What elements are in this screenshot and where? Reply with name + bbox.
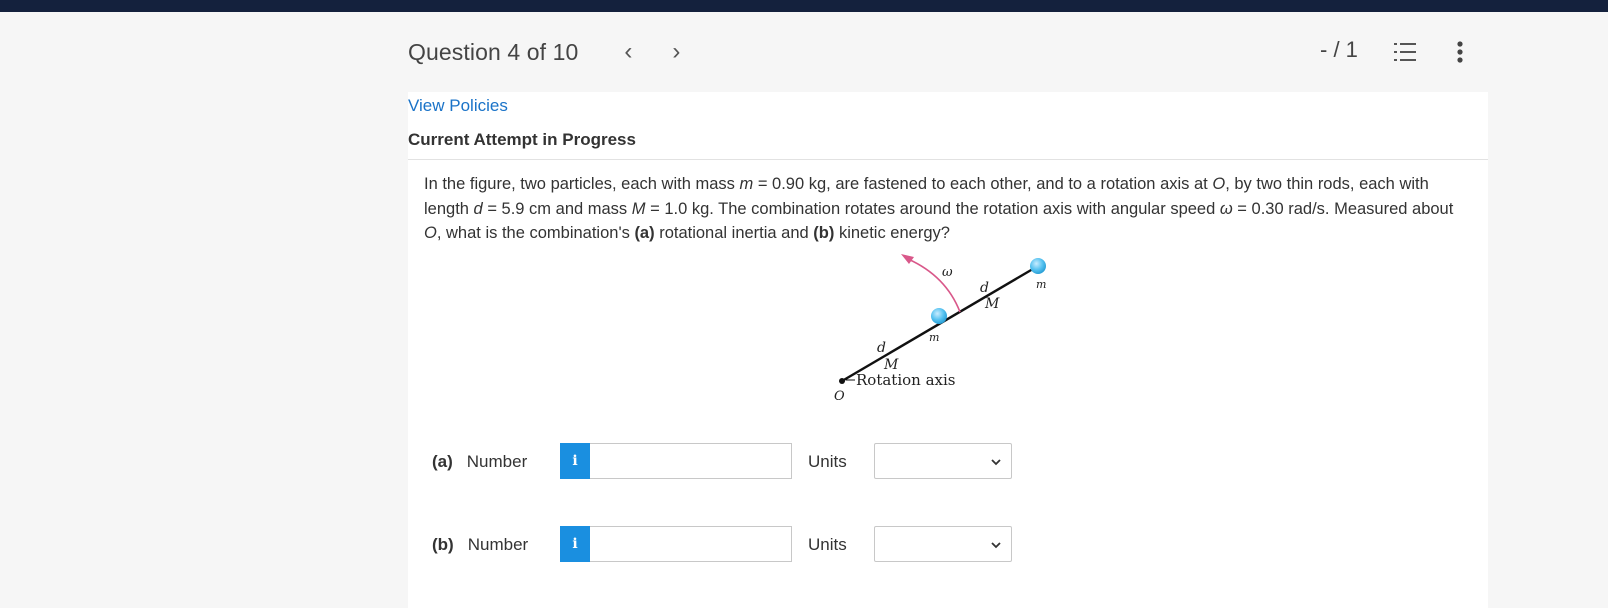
part-label-b: (b) Number	[432, 535, 529, 554]
m-label-upper: m	[1036, 278, 1046, 291]
omega-arrowhead	[901, 254, 914, 264]
omega-label: ω	[942, 265, 953, 280]
previous-question-button[interactable]: ‹	[624, 40, 632, 64]
question-panel: View Policies Current Attempt in Progres…	[408, 92, 1488, 608]
chevron-down-icon	[991, 542, 1001, 549]
number-input-b[interactable]	[590, 526, 792, 562]
units-label-a: Units	[808, 452, 847, 471]
attempt-status: Current Attempt in Progress	[408, 130, 636, 149]
view-policies-link[interactable]: View Policies	[408, 96, 508, 116]
rotation-figure: ω d M m m d M Rotation axis O	[834, 254, 1046, 404]
units-label-b: Units	[808, 535, 847, 554]
score-display: - / 1	[1320, 37, 1358, 62]
chevron-down-icon	[991, 459, 1001, 466]
particle-upper	[1030, 258, 1046, 274]
more-vertical-icon[interactable]	[1456, 40, 1464, 64]
question-counter: Question 4 of 10	[408, 38, 579, 65]
question-text: In the figure, two particles, each with …	[424, 175, 1454, 242]
part-label-a: (a) Number	[432, 452, 528, 471]
number-input-a[interactable]	[590, 443, 792, 479]
d-label-lower: d	[877, 340, 886, 356]
list-icon[interactable]	[1394, 41, 1416, 63]
info-icon[interactable]: i	[560, 526, 590, 562]
particle-lower	[931, 308, 947, 324]
divider	[408, 159, 1488, 160]
d-label-upper: d	[980, 280, 989, 296]
question-header: Question 4 of 10 ‹ ›	[408, 36, 680, 68]
top-navigation-bar	[0, 0, 1608, 12]
units-select-a[interactable]	[874, 443, 1012, 479]
m-label-lower: m	[929, 331, 939, 344]
units-select-b[interactable]	[874, 526, 1012, 562]
M-label-upper: M	[984, 296, 1000, 312]
info-icon[interactable]: i	[560, 443, 590, 479]
origin-label: O	[834, 389, 845, 404]
rotation-axis-point	[839, 378, 845, 384]
rotation-axis-label: Rotation axis	[856, 371, 955, 389]
next-question-button[interactable]: ›	[672, 40, 680, 64]
